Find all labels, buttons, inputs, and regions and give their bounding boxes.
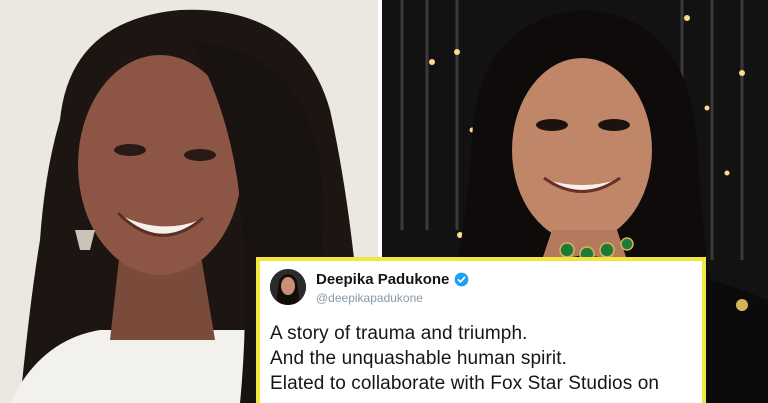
author-name-text: Deepika Padukone	[316, 271, 450, 288]
tweet-card: Deepika Padukone @deepikapadukone A stor…	[256, 257, 706, 403]
avatar[interactable]	[270, 269, 306, 305]
tweet-author-name[interactable]: Deepika Padukone	[316, 271, 469, 288]
tweet-author-handle[interactable]: @deepikapadukone	[316, 291, 423, 305]
verified-badge-icon	[454, 272, 469, 287]
tweet-text-line: A story of trauma and triumph.	[270, 323, 528, 344]
tweet-text-line: And the unquashable human spirit.	[270, 348, 567, 369]
tweet-text-line: Elated to collaborate with Fox Star Stud…	[270, 373, 660, 394]
